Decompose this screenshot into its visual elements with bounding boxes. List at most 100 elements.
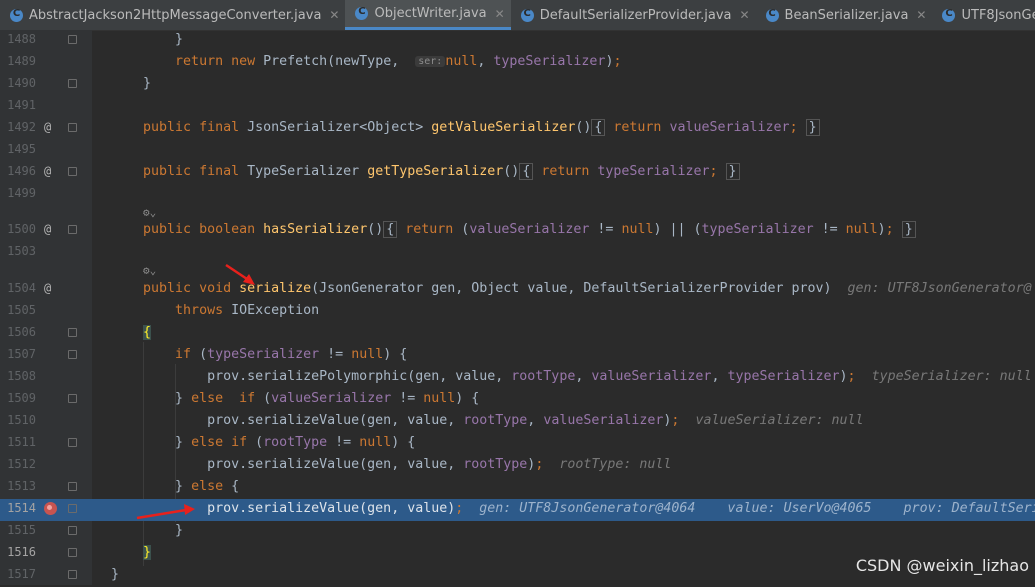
code-text: public final TypeSerializer getTypeSeria… <box>111 163 740 180</box>
debug-value-hint: gen: UTF8JsonGenerator@4064 value: UserV… <box>479 501 1035 516</box>
line-number: 1491 <box>7 98 36 112</box>
code-text: prov.serializeValue(gen, value, rootType… <box>111 457 672 472</box>
line-number: 1492 <box>7 120 36 134</box>
line-number: 1490 <box>7 76 36 90</box>
fold-marker-icon[interactable] <box>68 394 77 403</box>
code-text: } <box>111 523 184 538</box>
fold-marker-icon[interactable] <box>68 79 77 88</box>
tab-bean-serializer[interactable]: BeanSerializer.java ✕ <box>756 0 933 30</box>
tab-abstract-jackson[interactable]: AbstractJackson2HttpMessageConverter.jav… <box>0 0 345 30</box>
debug-value-hint: gen: UTF8JsonGenerator@ <box>847 281 1032 296</box>
line-number: 1507 <box>7 347 36 361</box>
class-icon <box>765 8 779 22</box>
close-icon[interactable]: ✕ <box>495 7 505 21</box>
class-icon <box>10 8 23 22</box>
fold-marker-icon[interactable] <box>68 548 77 557</box>
param-hint: ser: <box>415 56 446 67</box>
line-number: 1513 <box>7 479 36 493</box>
code-text: } <box>143 545 152 560</box>
fold-marker-icon[interactable] <box>68 167 77 176</box>
code-text: prov.serializePolymorphic(gen, value, ro… <box>111 369 1032 384</box>
code-line: 1509 } else if (valueSerializer != null)… <box>0 389 1035 411</box>
line-number: 1512 <box>7 457 36 471</box>
close-icon[interactable]: ✕ <box>916 8 926 22</box>
breakpoint-icon[interactable] <box>44 502 57 515</box>
line-number: 1488 <box>7 32 36 46</box>
code-line: 1515 } <box>0 521 1035 543</box>
fold-marker-icon[interactable] <box>68 526 77 535</box>
tab-label: AbstractJackson2HttpMessageConverter.jav… <box>29 7 322 23</box>
fold-marker-icon[interactable] <box>68 123 77 132</box>
line-number: 1496 <box>7 164 36 178</box>
tab-label: UTF8JsonGenerator.java <box>961 7 1035 23</box>
close-icon[interactable]: ✕ <box>739 8 749 22</box>
fold-marker-icon[interactable] <box>68 350 77 359</box>
fold-marker-icon[interactable] <box>68 328 77 337</box>
debug-value-hint: valueSerializer: null <box>695 413 864 428</box>
code-vision-icon[interactable]: ⚙⌄ <box>143 264 156 277</box>
code-line: 1508 prov.serializePolymorphic(gen, valu… <box>0 367 1035 389</box>
override-icon[interactable]: @ <box>44 164 51 178</box>
line-number: 1500 <box>7 222 36 236</box>
code-text: throws IOException <box>175 303 320 318</box>
code-line: 1503 <box>0 242 1035 264</box>
fold-marker-icon[interactable] <box>68 438 77 447</box>
code-editor[interactable]: 1488 } 1489 return new Prefetch(newType,… <box>0 30 1035 585</box>
line-number: 1508 <box>7 369 36 383</box>
code-line: 1496 @ public final TypeSerializer getTy… <box>0 162 1035 184</box>
line-number: 1510 <box>7 413 36 427</box>
code-line: 1500 @ public boolean hasSerializer(){ r… <box>0 220 1035 242</box>
line-number: 1503 <box>7 244 36 258</box>
code-vision-icon[interactable]: ⚙⌄ <box>143 206 156 219</box>
code-line: 1512 prov.serializeValue(gen, value, roo… <box>0 455 1035 477</box>
line-number: 1509 <box>7 391 36 405</box>
class-icon <box>355 6 369 20</box>
tab-default-serializer-provider[interactable]: DefaultSerializerProvider.java ✕ <box>511 0 756 30</box>
tab-object-writer[interactable]: ObjectWriter.java ✕ <box>345 0 511 30</box>
line-number: 1517 <box>7 567 36 581</box>
close-icon[interactable]: ✕ <box>329 8 339 22</box>
fold-marker-icon[interactable] <box>68 504 77 513</box>
code-line: 1495 <box>0 140 1035 162</box>
code-line: 1490 } <box>0 74 1035 96</box>
line-number: 1514 <box>7 501 36 515</box>
line-number: 1516 <box>7 545 36 559</box>
tab-utf8-json-generator[interactable]: UTF8JsonGenerator.java✕ <box>932 0 1035 30</box>
code-text: } <box>111 32 184 47</box>
override-icon[interactable]: @ <box>44 281 51 295</box>
code-text: public final JsonSerializer<Object> getV… <box>111 119 820 136</box>
fold-marker-icon[interactable] <box>68 482 77 491</box>
override-icon[interactable]: @ <box>44 120 51 134</box>
fold-marker-icon[interactable] <box>68 35 77 44</box>
line-number: 1499 <box>7 186 36 200</box>
watermark: CSDN @weixin_lizhao <box>855 556 1029 575</box>
code-text: public void serialize(JsonGenerator gen,… <box>143 281 1032 296</box>
line-number: 1495 <box>7 142 36 156</box>
code-line: 1505 throws IOException <box>0 301 1035 323</box>
line-number: 1489 <box>7 54 36 68</box>
class-icon <box>520 8 534 22</box>
tab-label: ObjectWriter.java <box>374 6 487 21</box>
code-text: } <box>111 76 152 91</box>
code-line: 1513 } else { <box>0 477 1035 499</box>
code-line: 1492 @ public final JsonSerializer<Objec… <box>0 118 1035 140</box>
debug-value-hint: typeSerializer: null <box>871 369 1032 384</box>
code-text: } else { <box>111 479 240 494</box>
code-line: 1506 { <box>0 323 1035 345</box>
code-text: prov.serializeValue(gen, value); gen: UT… <box>111 501 1035 516</box>
override-icon[interactable]: @ <box>44 222 51 236</box>
fold-marker-icon[interactable] <box>68 225 77 234</box>
code-line: 1510 prov.serializeValue(gen, value, roo… <box>0 411 1035 433</box>
line-number: 1504 <box>7 281 36 295</box>
code-text: } <box>111 567 120 582</box>
execution-line: 1514 prov.serializeValue(gen, value); ge… <box>0 499 1035 521</box>
line-number: 1506 <box>7 325 36 339</box>
fold-marker-icon[interactable] <box>68 570 77 579</box>
code-line: 1504 @ public void serialize(JsonGenerat… <box>0 279 1035 301</box>
line-number: 1515 <box>7 523 36 537</box>
code-text: } else if (valueSerializer != null) { <box>111 391 480 406</box>
editor-tab-bar: AbstractJackson2HttpMessageConverter.jav… <box>0 0 1035 31</box>
code-line: 1488 } <box>0 30 1035 52</box>
debug-value-hint: rootType: null <box>559 457 672 472</box>
line-number: 1505 <box>7 303 36 317</box>
